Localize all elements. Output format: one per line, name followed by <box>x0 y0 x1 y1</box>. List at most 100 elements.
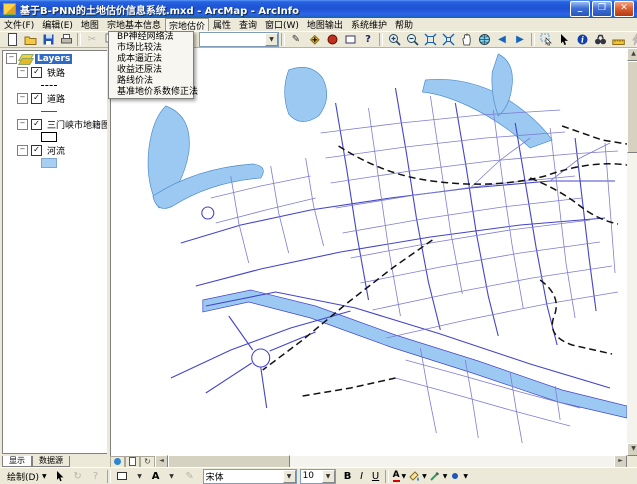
open-folder-icon[interactable] <box>21 32 39 47</box>
collapse-icon[interactable]: − <box>17 145 28 156</box>
select-elements-pointer-icon[interactable] <box>51 469 69 484</box>
find-binoculars-icon[interactable] <box>591 32 609 47</box>
italic-button[interactable]: I <box>355 469 369 483</box>
bold-button[interactable]: B <box>341 469 355 483</box>
scroll-down-icon[interactable]: ▼ <box>627 443 637 456</box>
menu-item-income-capitalization[interactable]: 收益还原法 <box>109 65 193 76</box>
scale-combo[interactable]: ▼ <box>199 32 279 47</box>
menu-window[interactable]: 窗口(W) <box>261 17 303 32</box>
menu-help[interactable]: 帮助 <box>391 17 417 32</box>
full-extent-globe-icon[interactable] <box>475 32 493 47</box>
toc-layer-cadastral[interactable]: − ✓ 三门峡市地籍图 <box>3 118 107 131</box>
line-color-button[interactable]: ▼ <box>429 470 448 482</box>
menu-query[interactable]: 查询 <box>235 17 261 32</box>
close-button[interactable]: ✕ <box>614 1 634 17</box>
marker-color-button[interactable]: ▼ <box>449 470 468 482</box>
select-elements-pointer-icon[interactable] <box>555 32 573 47</box>
help-pointer-icon[interactable]: ? <box>359 32 377 47</box>
map-vertical-scrollbar[interactable]: ▲ ▼ <box>627 48 637 456</box>
toc-layer-river[interactable]: − ✓ 河流 <box>3 144 107 157</box>
menu-parcel-info[interactable]: 宗地基本信息 <box>103 17 165 32</box>
collapse-icon[interactable]: − <box>17 93 28 104</box>
zoom-to-selected-icon[interactable]: ? <box>87 469 105 484</box>
menu-item-cost-approach[interactable]: 成本逼近法 <box>109 54 193 65</box>
zoom-out-icon[interactable] <box>403 32 421 47</box>
underline-button[interactable]: U <box>369 469 383 483</box>
toc-layer-road[interactable]: − ✓ 道路 <box>3 92 107 105</box>
tab-source[interactable]: 数据源 <box>32 456 70 467</box>
menu-item-bp-neural-network[interactable]: BP神经网络法 <box>109 32 193 43</box>
forward-extent-icon[interactable]: ▶ <box>511 32 529 47</box>
collapse-icon[interactable]: − <box>6 53 17 64</box>
layer-label[interactable]: 河流 <box>45 144 67 157</box>
font-size-combo[interactable]: 10 ▼ <box>300 469 336 484</box>
toc-root-label[interactable]: Layers <box>35 54 72 64</box>
chevron-down-icon[interactable]: ▼ <box>322 470 335 483</box>
font-name-value[interactable]: 宋体 <box>204 470 283 483</box>
minimize-button[interactable]: _ <box>570 1 590 17</box>
layout-view-button[interactable] <box>125 456 140 468</box>
pan-hand-icon[interactable] <box>457 32 475 47</box>
layer-label[interactable]: 三门峡市地籍图 <box>45 118 108 131</box>
hyperlink-lightning-icon[interactable] <box>627 32 637 47</box>
data-view-button[interactable] <box>110 456 125 468</box>
fixed-zoom-in-icon[interactable] <box>421 32 439 47</box>
menu-map-output[interactable]: 地图输出 <box>303 17 347 32</box>
add-data-icon[interactable] <box>305 32 323 47</box>
print-icon[interactable] <box>57 32 75 47</box>
identify-icon[interactable]: i <box>573 32 591 47</box>
back-extent-icon[interactable]: ◀ <box>493 32 511 47</box>
menu-item-route-price[interactable]: 路线价法 <box>109 76 193 87</box>
scrollbar-thumb[interactable] <box>627 61 637 153</box>
menu-edit[interactable]: 编辑(E) <box>38 17 77 32</box>
rectangle-tool-icon[interactable] <box>113 469 131 484</box>
river-symbol <box>3 157 107 169</box>
collapse-icon[interactable]: − <box>17 119 28 130</box>
fixed-zoom-out-icon[interactable] <box>439 32 457 47</box>
scrollbar-track[interactable] <box>290 456 614 467</box>
restore-button[interactable]: ❐ <box>592 1 612 17</box>
zoom-in-icon[interactable] <box>385 32 403 47</box>
chevron-down-icon[interactable]: ▼ <box>265 33 278 46</box>
map-canvas[interactable] <box>110 48 627 456</box>
georeference-icon[interactable] <box>323 32 341 47</box>
menu-item-market-comparison[interactable]: 市场比较法 <box>109 43 193 54</box>
menu-system-maintenance[interactable]: 系统维护 <box>347 17 391 32</box>
new-rectangle-icon[interactable] <box>341 32 359 47</box>
layer-label[interactable]: 道路 <box>45 92 67 105</box>
layer-checkbox[interactable]: ✓ <box>31 67 42 78</box>
layer-checkbox[interactable]: ✓ <box>31 93 42 104</box>
layer-label[interactable]: 铁路 <box>45 66 67 79</box>
draw-menu-button[interactable]: 绘制(D) ▼ <box>3 469 51 483</box>
measure-ruler-icon[interactable] <box>609 32 627 47</box>
collapse-icon[interactable]: − <box>17 67 28 78</box>
refresh-view-button[interactable]: ↻ <box>140 456 155 468</box>
menu-parcel-valuation[interactable]: 宗地估价 <box>165 18 209 32</box>
menu-item-benchmark-price-correction[interactable]: 基准地价系数修正法 <box>109 87 193 98</box>
save-icon[interactable] <box>39 32 57 47</box>
toc-root-row[interactable]: − Layers <box>3 52 107 65</box>
menu-attributes[interactable]: 属性 <box>209 17 235 32</box>
select-features-icon[interactable] <box>537 32 555 47</box>
toc-layer-railway[interactable]: − ✓ 铁路 <box>3 66 107 79</box>
layer-checkbox[interactable]: ✓ <box>31 145 42 156</box>
valuation-dropdown-menu: BP神经网络法 市场比较法 成本逼近法 收益还原法 路线价法 基准地价系数修正法 <box>108 31 194 99</box>
chevron-down-icon[interactable]: ▼ <box>131 469 149 484</box>
text-tool-icon[interactable]: A <box>149 469 163 483</box>
menu-map[interactable]: 地图 <box>77 17 103 32</box>
menu-file[interactable]: 文件(F) <box>0 17 38 32</box>
chevron-down-icon[interactable]: ▼ <box>163 469 181 484</box>
rotate-icon[interactable]: ↻ <box>69 469 87 484</box>
chevron-down-icon[interactable]: ▼ <box>283 470 296 483</box>
new-document-icon[interactable] <box>3 32 21 47</box>
edit-vertices-icon[interactable]: ✎ <box>181 469 199 484</box>
font-color-button[interactable]: A ▼ <box>393 470 407 482</box>
font-combo[interactable]: 宋体 ▼ <box>203 469 297 484</box>
tab-display[interactable]: 显示 <box>2 456 32 467</box>
editor-pencil-icon[interactable]: ✎ <box>287 32 305 47</box>
fill-color-button[interactable]: ▼ <box>408 470 427 482</box>
scroll-up-icon[interactable]: ▲ <box>627 48 637 61</box>
font-size-value[interactable]: 10 <box>301 471 322 481</box>
layer-checkbox[interactable]: ✓ <box>31 119 42 130</box>
cut-icon[interactable]: ✂ <box>83 32 101 47</box>
